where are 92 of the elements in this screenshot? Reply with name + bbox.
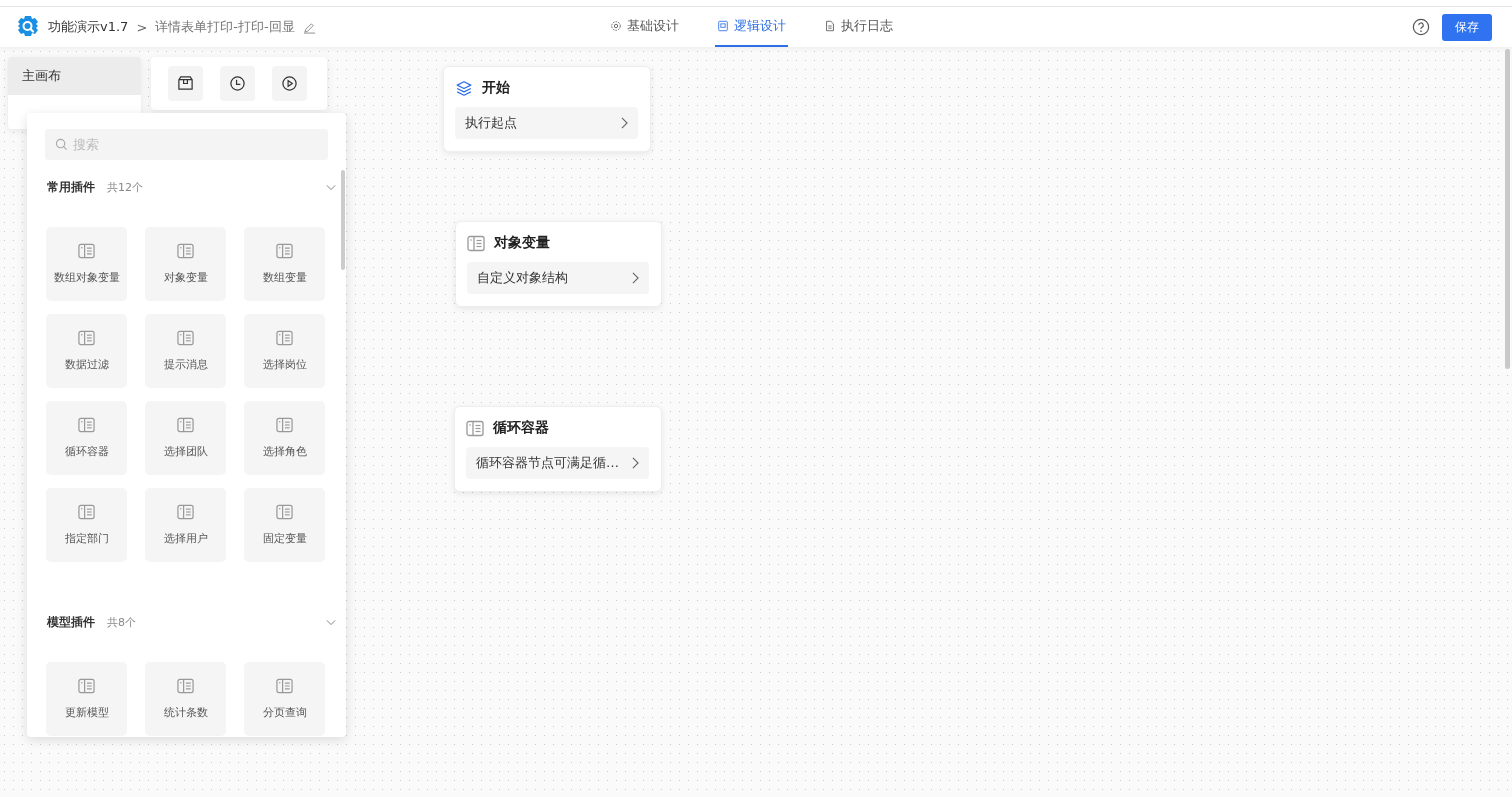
tab[interactable]: 执行日志 [822, 7, 895, 47]
group-title: 常用插件 [47, 178, 95, 196]
book-icon [78, 417, 95, 433]
book-icon [177, 330, 194, 346]
plugin-label: 统计条数 [163, 706, 208, 720]
node-detail: 循环容器节点可满足循… [476, 454, 619, 472]
book-icon [177, 504, 194, 520]
book-icon [177, 678, 194, 694]
plugin-label: 更新模型 [64, 706, 109, 720]
plugin-label: 分页查询 [262, 706, 307, 720]
chevron-right-icon [632, 272, 639, 284]
plugin-label: 固定变量 [262, 532, 307, 546]
book-icon [466, 419, 484, 437]
node-detail: 执行起点 [465, 114, 517, 132]
group-count: 共12个 [107, 179, 144, 195]
document-icon [824, 20, 836, 32]
plugin-label: 数据过滤 [64, 358, 109, 372]
layout-icon [717, 20, 729, 32]
plugin-tile[interactable]: 选择岗位 [244, 314, 325, 388]
plugin-label: 指定部门 [64, 532, 109, 546]
node-detail-row[interactable]: 执行起点 [455, 107, 638, 139]
book-icon [177, 243, 194, 259]
chevron-icon[interactable] [326, 618, 336, 626]
logo-icon [16, 15, 40, 39]
plugin-tile[interactable]: 分页查询 [244, 662, 325, 736]
book-icon [78, 243, 95, 259]
chevron-icon[interactable] [326, 183, 336, 191]
book-icon [276, 678, 293, 694]
plugin-label: 选择角色 [262, 445, 307, 459]
plugin-tile[interactable]: 数据过滤 [46, 314, 127, 388]
node-detail-row[interactable]: 自定义对象结构 [467, 262, 649, 294]
book-icon [78, 504, 95, 520]
run-button[interactable] [272, 66, 307, 101]
plugin-label: 循环容器 [64, 445, 109, 459]
app-name: 功能演示v1.7 [48, 18, 129, 36]
plugin-label: 选择岗位 [262, 358, 307, 372]
node-detail: 自定义对象结构 [477, 269, 568, 287]
group-count: 共8个 [107, 614, 137, 630]
page-title: 详情表单打印-打印-回显 [155, 18, 295, 36]
book-icon [276, 417, 293, 433]
scrollbar[interactable] [1505, 49, 1510, 369]
search-field[interactable]: 搜索 [45, 129, 328, 160]
package-button[interactable] [168, 66, 203, 101]
plugin-tile[interactable]: 对象变量 [145, 227, 226, 301]
node-detail-row[interactable]: 循环容器节点可满足循… [466, 447, 649, 479]
plugin-tile[interactable]: 循环容器 [46, 401, 127, 475]
tab[interactable]: 基础设计 [608, 7, 681, 47]
flow-node[interactable]: 开始 执行起点 [443, 66, 651, 152]
play-icon [281, 75, 298, 92]
node-title: 循环容器 [493, 419, 549, 437]
book-icon [276, 243, 293, 259]
plugin-tile[interactable]: 数组变量 [244, 227, 325, 301]
flow-node[interactable]: 对象变量 自定义对象结构 [455, 221, 662, 307]
clock-icon [229, 75, 246, 92]
plugin-tile[interactable]: 固定变量 [244, 488, 325, 562]
plugin-tile[interactable]: 指定部门 [46, 488, 127, 562]
book-icon [276, 330, 293, 346]
plugin-tile[interactable]: 选择团队 [145, 401, 226, 475]
node-title: 对象变量 [494, 234, 550, 252]
gear-icon [610, 20, 622, 32]
node-title: 开始 [482, 79, 510, 97]
layers-icon [455, 79, 473, 97]
book-icon [276, 504, 293, 520]
book-icon [177, 417, 194, 433]
plugin-label: 选择团队 [163, 445, 208, 459]
plugin-label: 数组对象变量 [53, 271, 120, 285]
help-icon[interactable] [1412, 18, 1430, 36]
breadcrumb-separator: > [136, 19, 148, 35]
plugin-label: 提示消息 [163, 358, 208, 372]
group-title: 模型插件 [47, 613, 95, 631]
edit-icon[interactable] [302, 20, 316, 34]
plugin-tile[interactable]: 数组对象变量 [46, 227, 127, 301]
plugin-tile[interactable]: 统计条数 [145, 662, 226, 736]
flow-node[interactable]: 循环容器 循环容器节点可满足循… [454, 406, 662, 492]
book-icon [78, 330, 95, 346]
chevron-right-icon [621, 117, 628, 129]
plugin-label: 对象变量 [163, 271, 208, 285]
save-button[interactable]: 保存 [1442, 13, 1492, 41]
plugin-label: 数组变量 [262, 271, 307, 285]
plugin-label: 选择用户 [163, 532, 208, 546]
chevron-right-icon [632, 457, 639, 469]
book-icon [78, 678, 95, 694]
plugin-tile[interactable]: 更新模型 [46, 662, 127, 736]
package-icon [177, 75, 194, 92]
plugin-tile[interactable]: 提示消息 [145, 314, 226, 388]
scrollbar[interactable] [341, 170, 345, 270]
canvas-list-item[interactable]: 主画布 [8, 57, 141, 95]
search-icon [55, 138, 68, 151]
plugin-tile[interactable]: 选择用户 [145, 488, 226, 562]
plugin-tile[interactable]: 选择角色 [244, 401, 325, 475]
history-button[interactable] [220, 66, 255, 101]
book-icon [467, 234, 485, 252]
